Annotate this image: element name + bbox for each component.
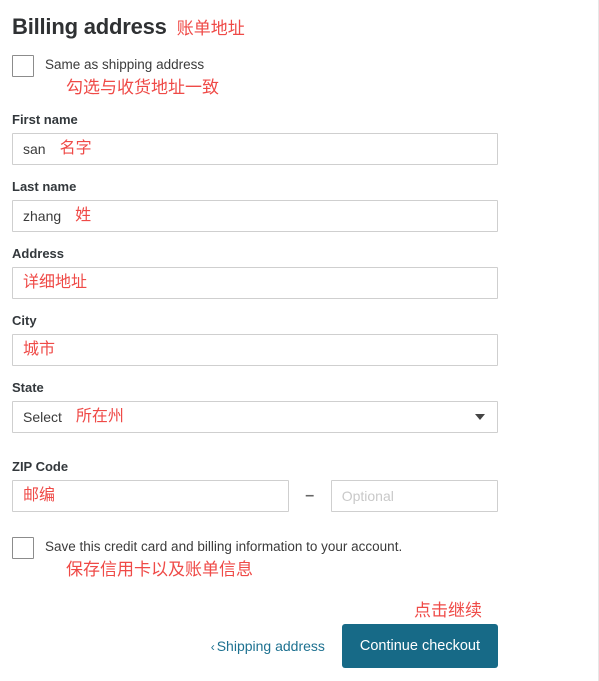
zip-field: ZIP Code 邮编 – Optional [12,458,498,512]
form-container: Billing address 账单地址 Same as shipping ad… [12,0,498,580]
same-as-shipping-label: Same as shipping address [45,57,205,72]
save-card-label: Save this credit card and billing inform… [45,539,403,554]
zip-label: ZIP Code [12,459,69,474]
footer: 点击继续 ‹ Shipping address Continue checkout [12,596,498,676]
last-name-annotation: 姓 [75,207,92,224]
city-input[interactable]: 城市 [12,334,498,366]
same-as-shipping-annotation: 勾选与收货地址一致 [66,78,219,97]
address-annotation: 详细地址 [23,274,88,291]
billing-address-page: Billing address 账单地址 Same as shipping ad… [0,0,599,681]
save-card-checkbox[interactable] [12,537,34,559]
state-value: Select [23,409,62,425]
save-card-row[interactable]: Save this credit card and billing inform… [12,536,498,559]
page-header: Billing address 账单地址 [12,14,498,40]
save-card-annotation-row: 保存信用卡以及账单信息 [66,560,498,580]
first-name-value: san [23,141,46,157]
first-name-annotation: 名字 [59,140,92,157]
chevron-left-icon: ‹ [210,640,215,654]
last-name-label: Last name [12,179,77,194]
zip-separator: – [305,487,315,504]
first-name-label: First name [12,112,78,127]
page-title-annotation: 账单地址 [176,19,245,38]
same-as-shipping-annotation-row: 勾选与收货地址一致 [66,78,498,98]
same-as-shipping-checkbox[interactable] [12,55,34,77]
zip-extension-input[interactable]: Optional [330,480,498,512]
address-input[interactable]: 详细地址 [12,267,498,299]
address-label: Address [12,246,65,261]
last-name-field: Last name zhang 姓 [12,178,498,232]
shipping-address-link[interactable]: ‹ Shipping address [211,638,325,654]
zip-annotation: 邮编 [23,487,56,504]
zip-extension-placeholder: Optional [341,488,394,504]
same-as-shipping-row[interactable]: Same as shipping address [12,54,498,77]
first-name-field: First name san 名字 [12,111,498,165]
state-select[interactable]: Select 所在州 [12,401,498,433]
page-title: Billing address [12,14,167,39]
zip-input[interactable]: 邮编 [12,480,289,512]
state-annotation: 所在州 [75,408,124,425]
city-annotation: 城市 [23,341,56,358]
city-label: City [12,313,37,328]
shipping-address-link-label: Shipping address [216,638,325,654]
city-field: City 城市 [12,312,498,366]
zip-row: 邮编 – Optional [12,480,498,512]
state-label: State [12,380,44,395]
chevron-down-icon [475,414,485,420]
last-name-input[interactable]: zhang 姓 [12,200,498,232]
state-field: State Select 所在州 [12,379,498,433]
first-name-input[interactable]: san 名字 [12,133,498,165]
continue-checkout-button[interactable]: Continue checkout [341,624,498,668]
address-field: Address 详细地址 [12,245,498,299]
save-card-annotation: 保存信用卡以及账单信息 [66,560,253,579]
last-name-value: zhang [23,208,62,224]
footer-actions: ‹ Shipping address Continue checkout [211,624,498,668]
continue-annotation: 点击继续 [414,601,482,620]
